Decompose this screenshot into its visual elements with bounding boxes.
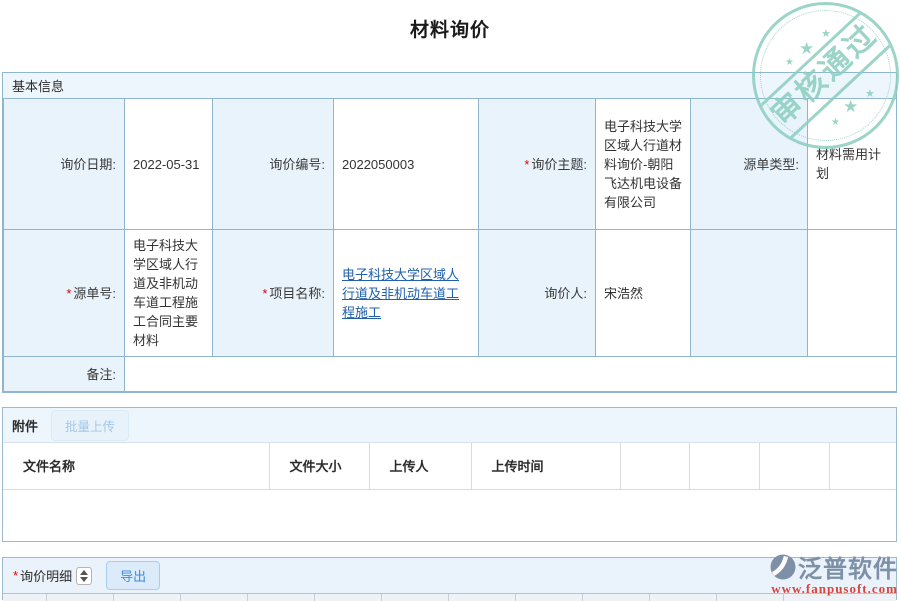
sort-up-icon (80, 570, 88, 575)
table-row: 备注: (4, 357, 897, 392)
sort-icon[interactable] (76, 567, 92, 585)
page-title: 材料询价 (0, 0, 900, 42)
star-icon: ★ (799, 39, 814, 59)
inquirer-label: 询价人: (479, 230, 596, 357)
column-empty (620, 443, 689, 489)
column-upload-time: 上传时间 (471, 443, 620, 489)
column-empty (829, 443, 896, 489)
attachments-header-row: 文件名称 文件大小 上传人 上传时间 (3, 443, 896, 489)
project-name-label: *项目名称: (213, 230, 334, 357)
batch-upload-button[interactable]: 批量上传 (51, 410, 129, 441)
source-no-label: *源单号: (4, 230, 125, 357)
project-name-link[interactable]: 电子科技大学区域人行道及非机动车道工程施工 (342, 267, 459, 320)
column-empty (689, 443, 759, 489)
project-name-value: 电子科技大学区域人行道及非机动车道工程施工 (334, 230, 479, 357)
inquiry-date-value: 2022-05-31 (125, 99, 213, 230)
star-icon: ★ (785, 57, 794, 68)
inquirer-value: 宋浩然 (596, 230, 691, 357)
required-mark: * (262, 286, 267, 301)
attachments-title: 附件 (12, 416, 38, 435)
required-mark: * (66, 286, 71, 301)
empty-value-cell (808, 230, 897, 357)
required-mark: * (524, 157, 529, 172)
source-type-label: 源单类型: (691, 99, 808, 230)
attachments-section: 附件 批量上传 文件名称 文件大小 上传人 上传时间 (2, 407, 897, 542)
inquiry-details-section: * 询价明细 导出 (2, 557, 897, 600)
column-file-name: 文件名称 (3, 443, 269, 489)
inquiry-date-label: 询价日期: (4, 99, 125, 230)
inquiry-details-header: * 询价明细 导出 (3, 558, 896, 593)
column-file-size: 文件大小 (269, 443, 369, 489)
export-button[interactable]: 导出 (106, 561, 160, 590)
column-uploader: 上传人 (369, 443, 471, 489)
basic-info-section: 基本信息 询价日期: 2022-05-31 询价编号: 2022050003 *… (2, 72, 897, 393)
inquiry-subject-value: 电子科技大学区域人行道材料询价-朝阳飞达机电设备有限公司 (596, 99, 691, 230)
table-row: *源单号: 电子科技大学区域人行道及非机动车道工程施工合同主要材料 *项目名称:… (4, 230, 897, 357)
inquiry-no-value: 2022050003 (334, 99, 479, 230)
sort-down-icon (80, 577, 88, 582)
table-row: 询价日期: 2022-05-31 询价编号: 2022050003 *询价主题:… (4, 99, 897, 230)
inquiry-no-label: 询价编号: (213, 99, 334, 230)
remark-label: 备注: (4, 357, 125, 392)
basic-info-header: 基本信息 (3, 73, 896, 98)
required-mark: * (13, 568, 18, 583)
basic-info-title: 基本信息 (12, 76, 64, 95)
remark-value (125, 357, 897, 392)
attachments-header: 附件 批量上传 (3, 408, 896, 443)
column-empty (759, 443, 829, 489)
inquiry-details-title: 询价明细 (20, 566, 72, 585)
source-type-value: 材料需用计划 (808, 99, 897, 230)
attachments-table: 文件名称 文件大小 上传人 上传时间 (3, 443, 896, 490)
source-no-value: 电子科技大学区域人行道及非机动车道工程施工合同主要材料 (125, 230, 213, 357)
empty-label-cell (691, 230, 808, 357)
inquiry-subject-label: *询价主题: (479, 99, 596, 230)
basic-info-table: 询价日期: 2022-05-31 询价编号: 2022050003 *询价主题:… (3, 98, 897, 392)
